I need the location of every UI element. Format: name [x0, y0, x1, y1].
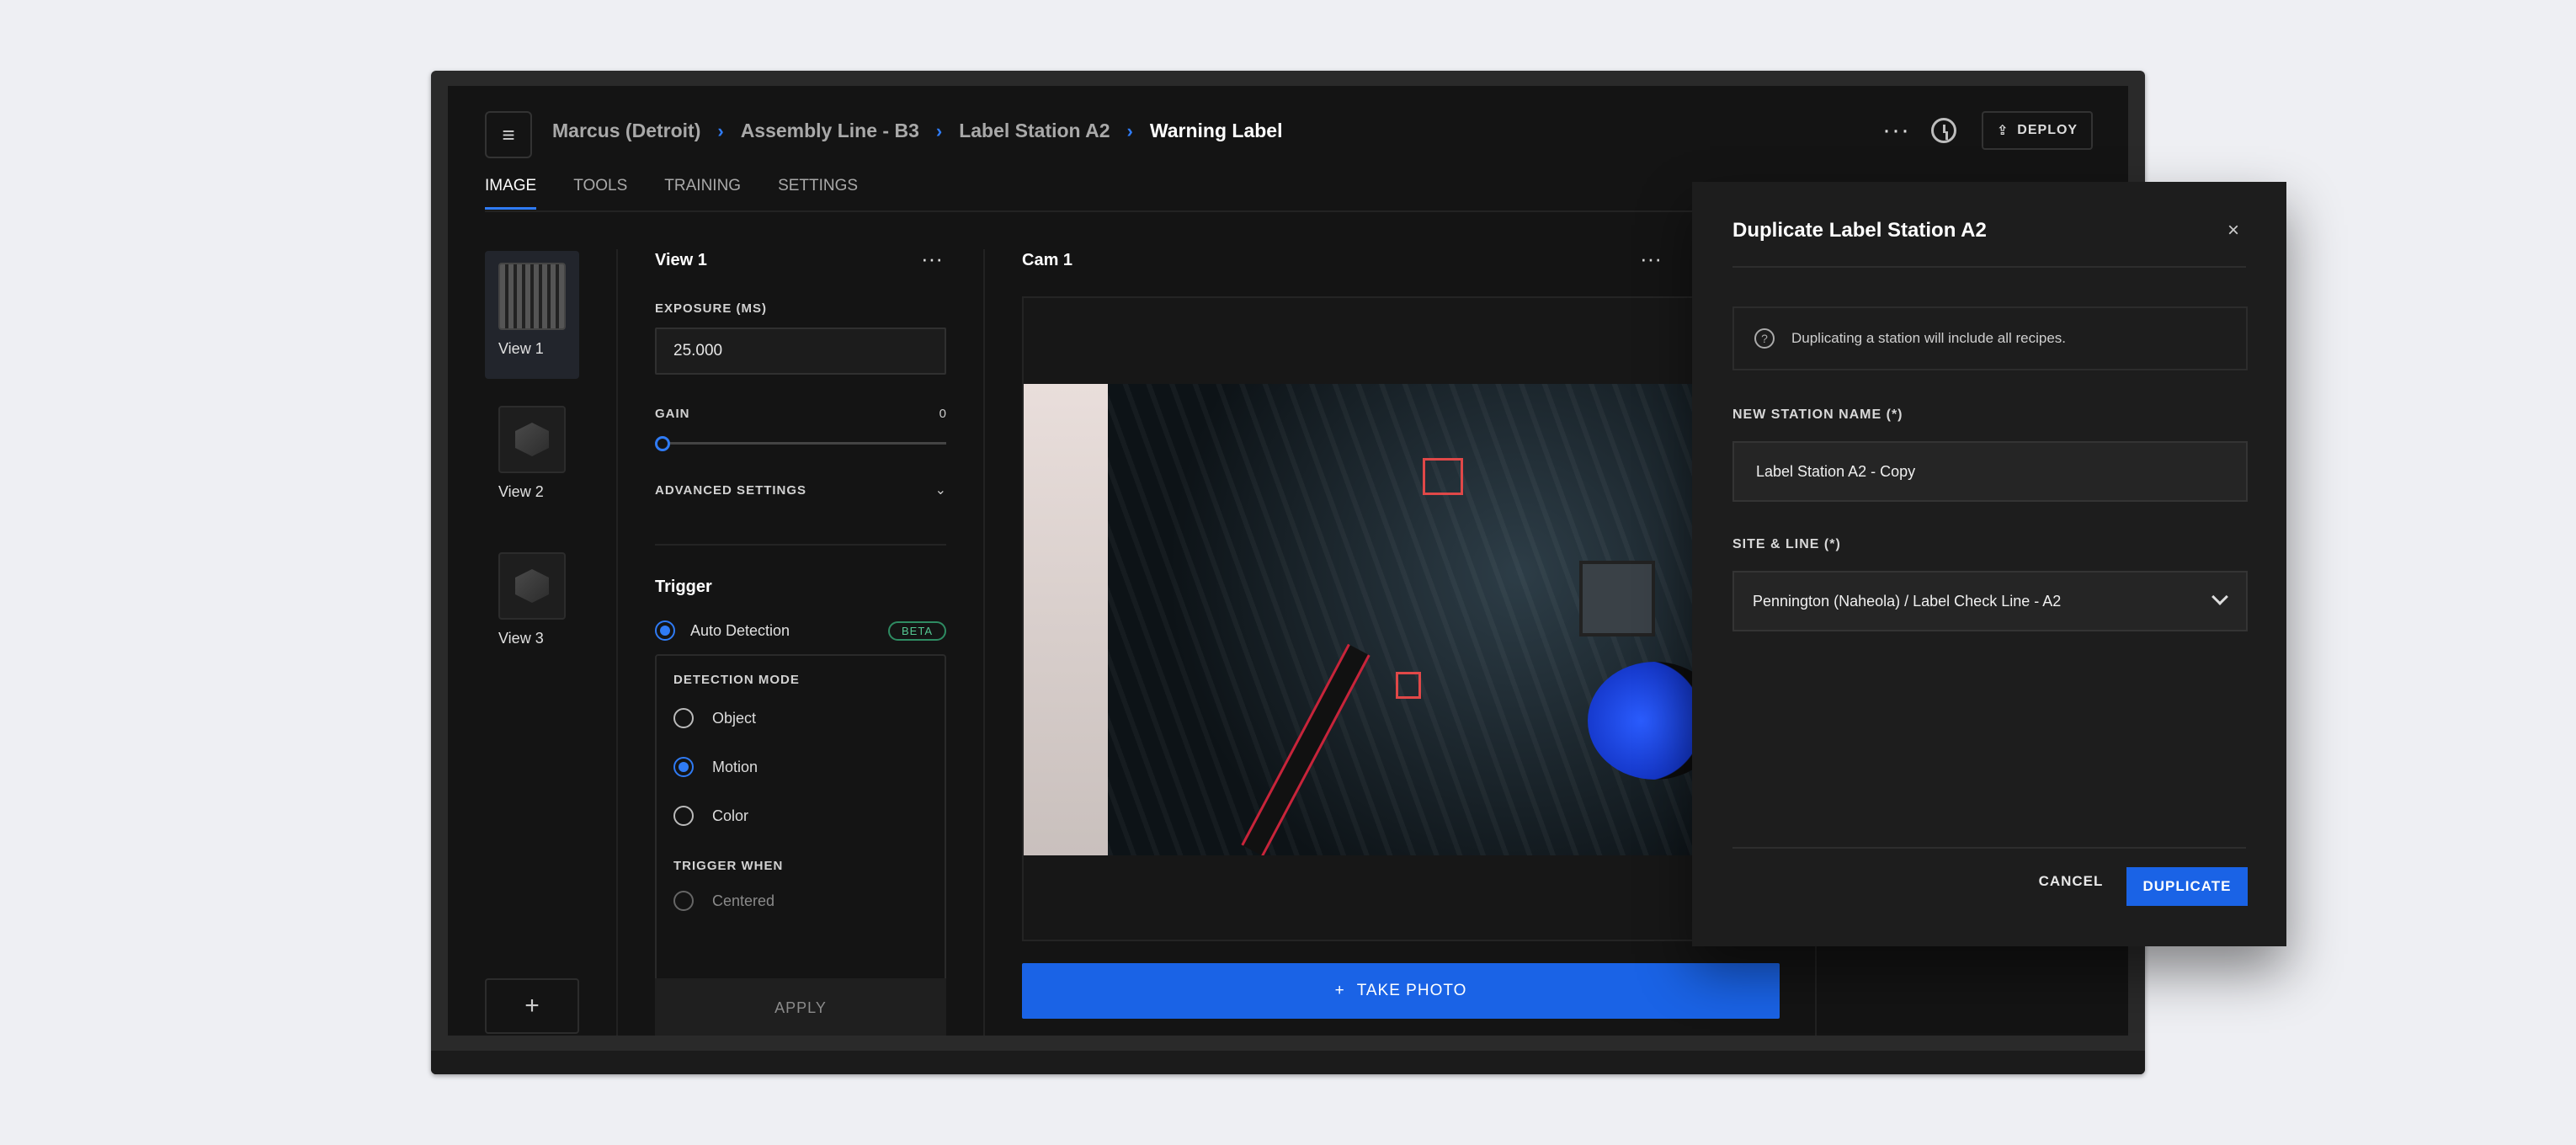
view-item-2[interactable]: View 2: [485, 394, 579, 522]
history-icon[interactable]: [1931, 118, 1956, 143]
upload-icon: ⇪: [1996, 124, 2009, 138]
cancel-button[interactable]: CANCEL: [2020, 862, 2121, 901]
duplicate-station-modal: Duplicate Label Station A2 × ? Duplicati…: [1692, 182, 2286, 946]
mode-label: Object: [712, 709, 757, 727]
gain-slider[interactable]: [655, 434, 946, 451]
hamburger-icon: ≡: [502, 121, 515, 147]
cpu-socket: [1579, 561, 1655, 636]
view-label: View 1: [498, 340, 544, 357]
view-label: View 2: [498, 483, 544, 500]
more-options-icon[interactable]: ···: [921, 246, 943, 272]
view-label: View 3: [498, 630, 544, 647]
info-banner: ? Duplicating a station will include all…: [1732, 306, 2248, 370]
mode-option-motion[interactable]: Motion: [673, 743, 928, 791]
breadcrumb-separator-icon: ›: [1126, 120, 1133, 141]
background-wall: [1024, 384, 1116, 855]
detection-box[interactable]: [1396, 672, 1421, 699]
panel-title: View 1: [655, 251, 707, 269]
site-line-value: Pennington (Naheola) / Label Check Line …: [1753, 592, 2062, 610]
breadcrumb-separator-icon: ›: [717, 120, 724, 141]
site-line-label: SITE & LINE (*): [1732, 537, 1841, 551]
radio-button[interactable]: [673, 708, 694, 728]
modal-title: Duplicate Label Station A2: [1732, 219, 1987, 242]
view-settings-panel: View 1 ··· EXPOSURE (MS) 25.000 GAIN 0 A…: [655, 246, 946, 1008]
apply-button[interactable]: APPLY: [655, 978, 946, 1036]
slider-track: [655, 442, 946, 445]
breadcrumb-separator-icon: ›: [935, 120, 943, 141]
breadcrumb-current: Warning Label: [1149, 120, 1283, 141]
radio-button[interactable]: [673, 757, 694, 777]
divider: [1732, 266, 2246, 268]
tab-settings[interactable]: SETTINGS: [778, 177, 858, 210]
detection-box[interactable]: [1423, 458, 1463, 495]
tab-tools[interactable]: TOOLS: [573, 177, 627, 210]
mode-label: Motion: [712, 758, 758, 775]
mode-option-object[interactable]: Object: [673, 694, 928, 743]
cube-icon: [515, 423, 549, 456]
motherboard-image: [1108, 384, 1694, 855]
camera-viewport[interactable]: [1022, 296, 1780, 941]
view-thumbnail: [498, 263, 566, 330]
deploy-label: DEPLOY: [2017, 123, 2078, 137]
breadcrumb-station[interactable]: Label Station A2: [959, 120, 1110, 142]
add-view-button[interactable]: +: [485, 978, 579, 1034]
take-photo-label: TAKE PHOTO: [1356, 982, 1467, 999]
auto-detection-radio[interactable]: [655, 620, 675, 641]
tab-image[interactable]: IMAGE: [485, 177, 537, 210]
heatsink-stripe: [1241, 643, 1370, 855]
more-options-icon[interactable]: ···: [1640, 246, 1662, 272]
question-icon: ?: [1754, 328, 1775, 349]
monitor-chin: [431, 1051, 2145, 1074]
trigger-option-label: Centered: [712, 892, 775, 909]
view-thumbnail: [498, 552, 566, 620]
station-name-input[interactable]: Label Station A2 - Copy: [1732, 441, 2248, 502]
divider: [1732, 847, 2246, 849]
mode-option-color[interactable]: Color: [673, 791, 928, 840]
breadcrumb-site[interactable]: Marcus (Detroit): [552, 120, 700, 142]
exposure-input[interactable]: 25.000: [655, 328, 946, 375]
view-thumbnail: [498, 406, 566, 473]
trigger-when-label: TRIGGER WHEN: [673, 859, 784, 873]
advanced-settings-label: ADVANCED SETTINGS: [655, 482, 807, 498]
detection-settings-box: DETECTION MODE Object Motion Color TRIGG…: [655, 654, 946, 1008]
view-item-1[interactable]: View 1: [485, 251, 579, 379]
gain-label: GAIN: [655, 407, 690, 421]
chevron-down-icon: [2211, 588, 2228, 605]
deploy-button[interactable]: ⇪ DEPLOY: [1982, 111, 2093, 150]
exposure-label: EXPOSURE (MS): [655, 301, 768, 316]
divider: [983, 249, 985, 1036]
chevron-down-icon: ⌄: [934, 483, 946, 498]
slider-handle[interactable]: [655, 436, 670, 451]
advanced-settings-toggle[interactable]: ADVANCED SETTINGS ⌄: [655, 482, 946, 546]
plus-icon: +: [1334, 982, 1345, 999]
beta-badge: BETA: [888, 620, 946, 641]
site-line-select[interactable]: Pennington (Naheola) / Label Check Line …: [1732, 571, 2248, 631]
gain-value: 0: [939, 407, 946, 421]
tab-training[interactable]: TRAINING: [664, 177, 741, 210]
camera-image: [1024, 384, 1694, 855]
divider: [616, 249, 618, 1036]
more-options-icon[interactable]: ···: [1882, 116, 1910, 145]
trigger-option-centered[interactable]: Centered: [673, 876, 928, 925]
take-photo-button[interactable]: + TAKE PHOTO: [1022, 963, 1780, 1019]
duplicate-button[interactable]: DUPLICATE: [2126, 867, 2248, 906]
cube-icon: [515, 569, 549, 603]
close-icon[interactable]: ×: [2227, 219, 2239, 242]
auto-detection-label: Auto Detection: [690, 621, 790, 639]
tab-bar: IMAGE TOOLS TRAINING SETTINGS: [485, 177, 858, 210]
hamburger-menu-button[interactable]: ≡: [485, 111, 532, 158]
radio-button[interactable]: [673, 891, 694, 911]
trigger-title: Trigger: [655, 578, 712, 596]
detection-mode-label: DETECTION MODE: [673, 673, 800, 687]
camera-title: Cam 1: [1022, 251, 1073, 269]
view-item-3[interactable]: View 3: [485, 541, 579, 668]
mode-label: Color: [712, 807, 749, 824]
info-text: Duplicating a station will include all r…: [1791, 330, 2066, 346]
breadcrumb-line[interactable]: Assembly Line - B3: [741, 120, 919, 142]
radio-button[interactable]: [673, 806, 694, 826]
breadcrumb: Marcus (Detroit) › Assembly Line - B3 › …: [552, 120, 1282, 142]
station-name-label: NEW STATION NAME (*): [1732, 407, 1903, 422]
